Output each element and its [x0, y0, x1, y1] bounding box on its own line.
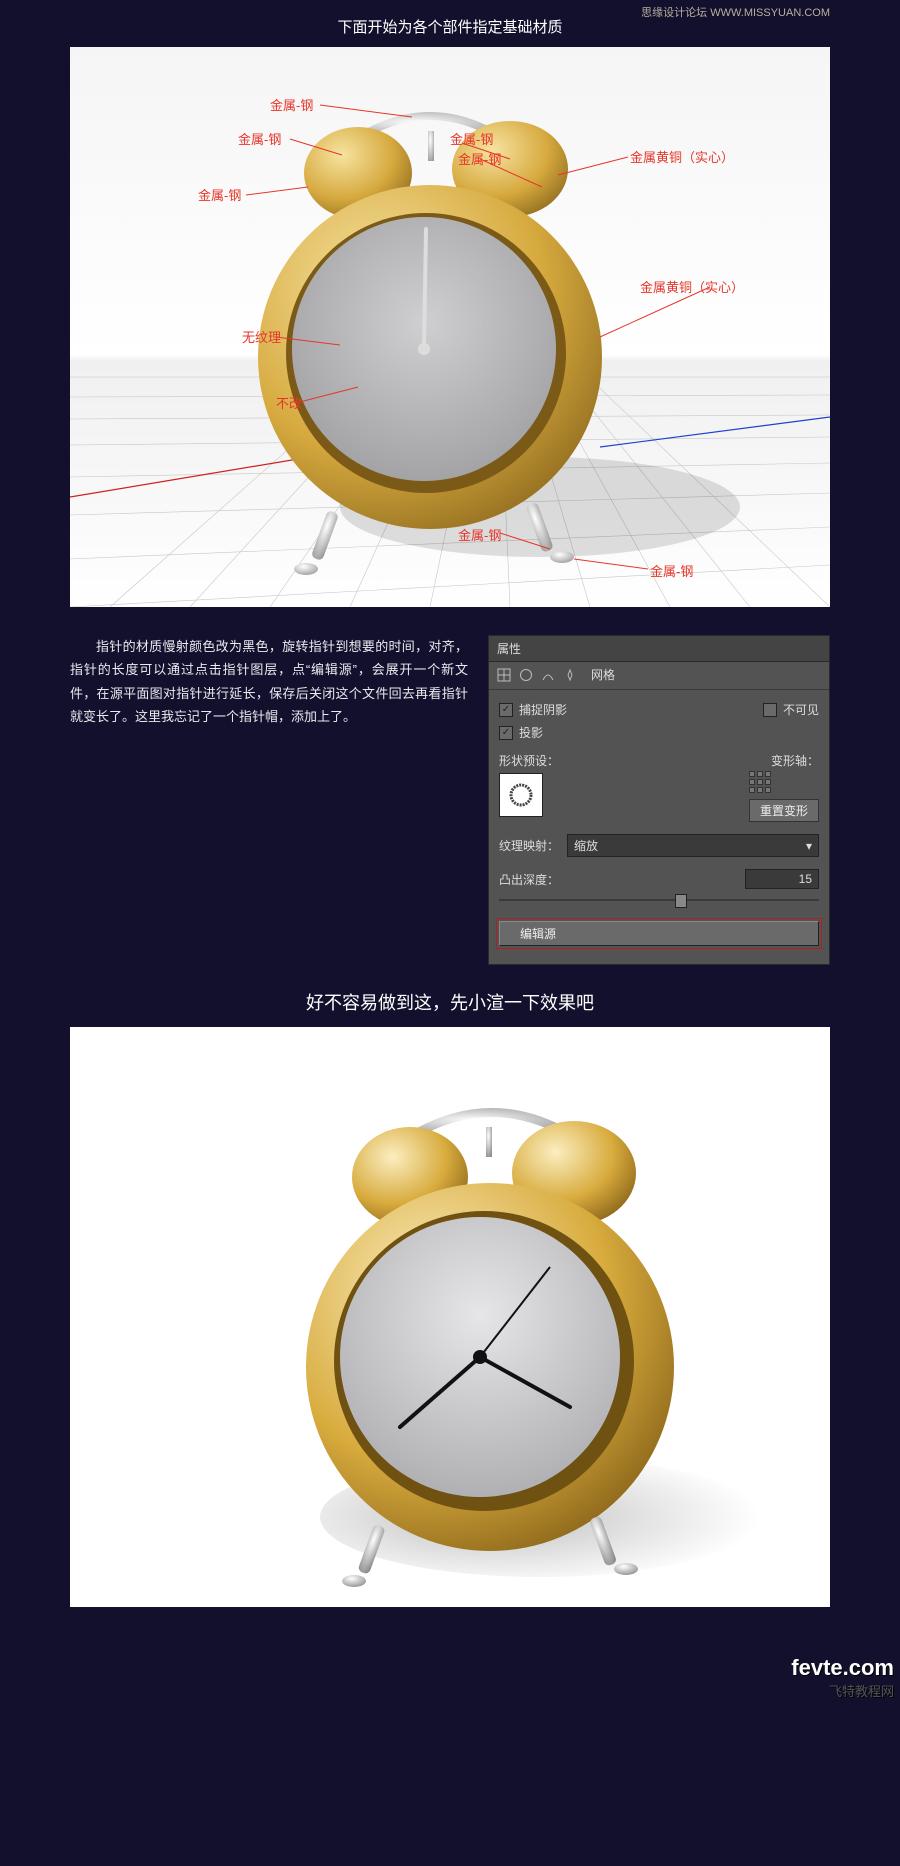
shape-preset-label: 形状预设：: [499, 752, 559, 769]
callout-handle2: 金属-钢: [238, 129, 281, 148]
chk-projection-label: 投影: [519, 724, 543, 741]
chk-capture-shadow[interactable]: ✓ 捕捉阴影: [499, 701, 567, 718]
texture-map-label: 纹理映射：: [499, 837, 559, 854]
callout-face: 无纹理: [242, 327, 281, 346]
callout-leg-left: 金属-钢: [458, 525, 501, 544]
footer-brand: fevte.com: [791, 1655, 894, 1680]
reset-deform-button[interactable]: 重置变形: [749, 799, 819, 822]
callout-bell-left: 金属-钢: [198, 185, 241, 204]
footer-logo: fevte.com 飞特教程网: [0, 1647, 900, 1700]
extrude-value-field[interactable]: 15: [745, 869, 819, 889]
render-svg: [70, 1027, 830, 1607]
deform-icon[interactable]: [541, 668, 555, 682]
callout-brass-top: 金属黄铜（实心）: [630, 147, 734, 166]
chk-invisible-label: 不可见: [783, 701, 819, 718]
panel-tab-label: 网格: [591, 666, 615, 683]
edit-source-button[interactable]: 编辑源: [499, 921, 819, 946]
callout-brass-body: 金属黄铜（实心）: [640, 277, 744, 296]
deform-axis-label: 变形轴：: [749, 752, 819, 769]
callout-post-right: 金属-钢: [458, 149, 501, 168]
shape-preset-swatch[interactable]: [499, 773, 543, 817]
texture-map-value: 缩放: [574, 837, 598, 854]
chk-invisible[interactable]: 不可见: [763, 701, 819, 718]
callout-handle: 金属-钢: [270, 95, 313, 114]
mesh-icon[interactable]: [497, 668, 511, 682]
callout-post-left: 金属-钢: [450, 129, 493, 148]
section-title-2: 好不容易做到这，先小渲一下效果吧: [70, 965, 830, 1027]
callout-hand: 不改: [276, 393, 302, 412]
chevron-down-icon: ▾: [806, 839, 812, 853]
extrude-slider[interactable]: [499, 893, 819, 907]
viewport-3d: 金属-钢 金属-钢 金属-钢 金属-钢 金属-钢 金属黄铜（实心） 金属黄铜（实…: [70, 47, 830, 607]
properties-panel: 属性 网格 ✓ 捕捉阴影 不可见: [488, 635, 830, 965]
chk-capture-shadow-label: 捕捉阴影: [519, 701, 567, 718]
instruction-paragraph: 指针的材质慢射颜色改为黑色，旋转指针到想要的时间，对齐，指针的长度可以通过点击指…: [70, 635, 468, 965]
sphere-icon[interactable]: [519, 668, 533, 682]
render-preview: [70, 1027, 830, 1607]
chk-projection[interactable]: ✓ 投影: [499, 724, 543, 741]
source-note: 思缘设计论坛 WWW.MISSYUAN.COM: [641, 4, 830, 20]
extrude-label: 凸出深度：: [499, 871, 559, 888]
callout-leg-right: 金属-钢: [650, 561, 693, 580]
panel-title: 属性: [489, 636, 829, 662]
deform-axis-grid[interactable]: [749, 771, 773, 795]
light-icon[interactable]: [563, 668, 577, 682]
texture-map-select[interactable]: 缩放 ▾: [567, 834, 819, 857]
footer-sub: 飞特教程网: [0, 1681, 894, 1700]
panel-tab-icons: 网格: [489, 662, 829, 690]
